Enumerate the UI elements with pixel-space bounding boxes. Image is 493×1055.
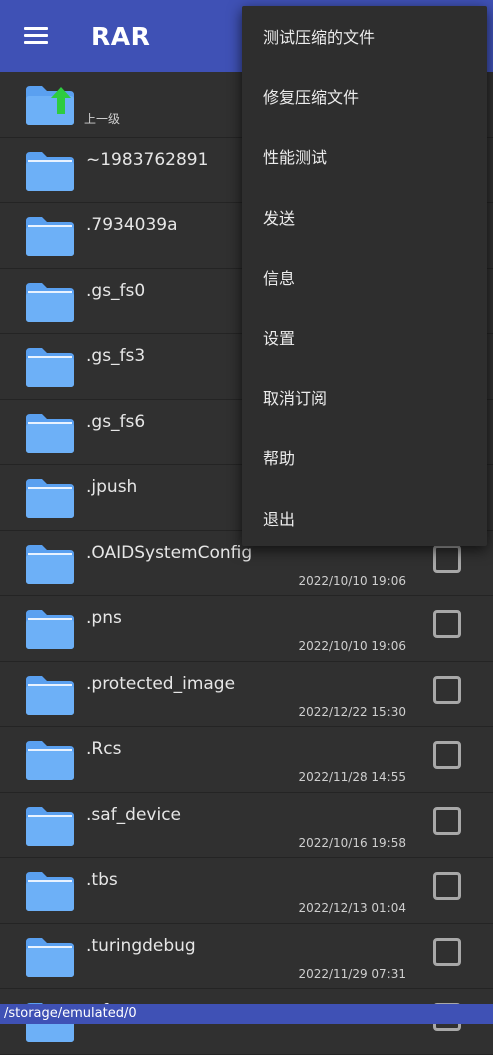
file-date: 2022/10/10 19:06 <box>298 639 406 653</box>
file-name: .saf_device <box>86 804 182 825</box>
folder-icon <box>26 413 74 453</box>
select-checkbox[interactable] <box>433 610 461 638</box>
overflow-menu: 测试压缩的文件 修复压缩文件 性能测试 发送 信息 设置 取消订阅 帮助 退出 <box>242 6 487 546</box>
folder-icon <box>26 675 74 715</box>
folder-icon <box>26 348 74 387</box>
menu-item[interactable]: 性能测试 <box>242 126 487 186</box>
parent-folder-label: 上一级 <box>84 112 121 126</box>
file-name: .Rcs <box>86 739 122 759</box>
folder-icon <box>26 217 74 256</box>
menu-item[interactable]: 发送 <box>242 187 487 247</box>
file-date: 2022/10/10 19:06 <box>298 573 406 588</box>
file-name: .tbs <box>86 870 118 890</box>
file-name: .pns <box>86 608 122 628</box>
menu-item[interactable]: 信息 <box>242 247 487 307</box>
select-checkbox[interactable] <box>433 675 461 704</box>
file-name: .protected_image <box>86 673 236 694</box>
file-date: 2022/12/22 15:30 <box>298 704 406 719</box>
file-name: .gs_fs6 <box>86 411 146 432</box>
file-row[interactable]: .protected_image 2022/12/22 15:30 <box>0 662 493 727</box>
file-row[interactable]: .pns 2022/10/10 19:06 <box>0 596 493 662</box>
menu-item[interactable]: 取消订阅 <box>242 367 487 427</box>
folder-icon <box>26 741 74 780</box>
file-row[interactable]: .tbs 2022/12/13 01:04 <box>0 858 493 924</box>
menu-item[interactable]: 修复压缩文件 <box>242 66 487 126</box>
menu-item[interactable]: 帮助 <box>242 427 487 487</box>
menu-item[interactable]: 设置 <box>242 307 487 367</box>
file-name: .jpush <box>86 477 138 497</box>
file-name: .gs_fs3 <box>86 346 146 366</box>
file-row[interactable]: .turingdebug 2022/11/29 07:31 <box>0 924 493 989</box>
menu-item[interactable]: 退出 <box>242 488 487 548</box>
file-name: .gs_fs0 <box>86 280 146 301</box>
file-row[interactable]: .Rcs 2022/11/28 14:55 <box>0 727 493 793</box>
select-checkbox[interactable] <box>433 741 461 769</box>
folder-icon <box>26 937 74 977</box>
folder-icon <box>26 544 74 584</box>
file-date: 2022/11/28 14:55 <box>298 770 406 784</box>
file-date: 2022/11/29 07:31 <box>298 966 406 981</box>
folder-up-icon <box>26 86 74 125</box>
file-name: .7934039a <box>86 215 178 235</box>
folder-icon <box>26 479 74 518</box>
app-title: RAR <box>91 21 151 51</box>
file-row[interactable]: .saf_device 2022/10/16 19:58 <box>0 793 493 858</box>
select-checkbox[interactable] <box>433 806 461 835</box>
select-checkbox[interactable] <box>433 872 461 900</box>
menu-icon[interactable] <box>24 27 48 45</box>
file-name: .OAIDSystemConfig <box>86 542 253 563</box>
folder-icon <box>26 282 74 322</box>
folder-icon <box>26 151 74 191</box>
folder-icon <box>26 806 74 846</box>
folder-icon <box>26 610 74 649</box>
file-name: .turingdebug <box>86 935 196 956</box>
select-checkbox[interactable] <box>433 544 461 573</box>
select-checkbox[interactable] <box>433 937 461 966</box>
file-date: 2022/10/16 19:58 <box>298 835 406 850</box>
current-path-bar: /storage/emulated/0 <box>0 1004 493 1024</box>
file-name: ~1983762891 <box>86 149 209 170</box>
menu-item[interactable]: 测试压缩的文件 <box>242 6 487 66</box>
file-date: 2022/12/13 01:04 <box>298 901 406 915</box>
folder-icon <box>26 872 74 911</box>
